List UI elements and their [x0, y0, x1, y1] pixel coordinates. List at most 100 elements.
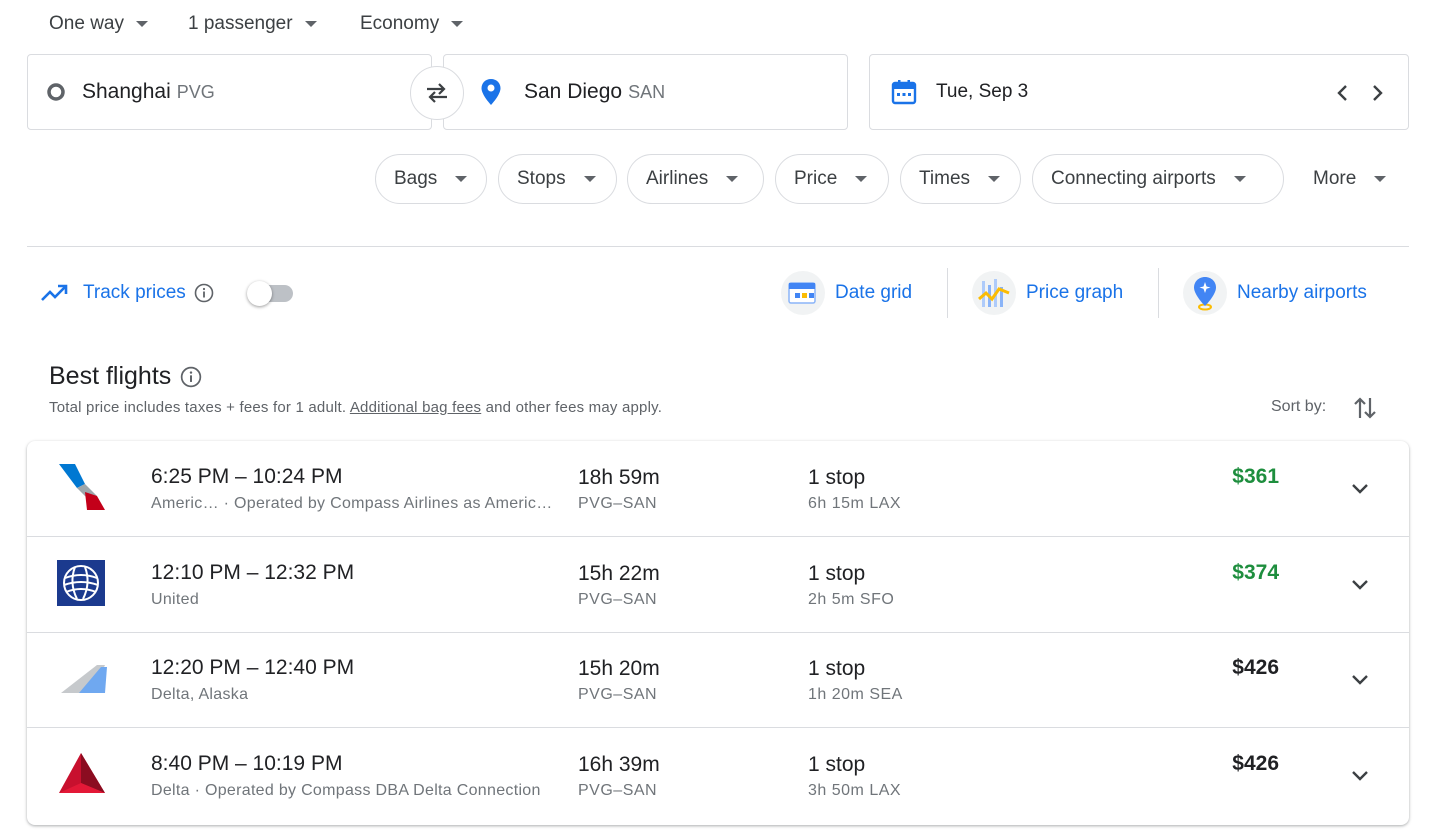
filter-label: Bags [394, 168, 438, 189]
trip-type-select[interactable]: One way [49, 12, 148, 36]
origin-city: Shanghai [82, 80, 171, 103]
flight-airline: Americ… · Operated by Compass Airlines a… [151, 495, 561, 512]
toggle-knob [247, 281, 272, 306]
destination-city: San Diego [524, 80, 623, 103]
swap-button[interactable] [410, 66, 464, 120]
chevron-right-icon[interactable] [1370, 83, 1384, 103]
flight-row[interactable]: 12:20 PM – 12:40 PM Delta, Alaska 15h 20… [27, 632, 1409, 728]
flight-layover: 6h 15m LAX [808, 495, 902, 512]
flight-duration: 15h 22m [578, 562, 660, 585]
track-prices[interactable]: Track prices [40, 279, 214, 307]
flight-route: PVG–SAN [578, 782, 658, 799]
departure-date: Tue, Sep 3 [936, 81, 1029, 102]
flight-times: 8:40 PM – 10:19 PM [151, 752, 343, 775]
info-icon[interactable] [194, 283, 214, 303]
filter-label: Times [919, 168, 971, 189]
filter-connecting-airports[interactable]: Connecting airports [1032, 154, 1284, 204]
chevron-left-icon[interactable] [1336, 83, 1350, 103]
price-graph-label: Price graph [1026, 282, 1124, 303]
tool-separator [947, 268, 948, 318]
flight-row[interactable]: 12:10 PM – 12:32 PM United 15h 22m PVG–S… [27, 537, 1409, 633]
date-grid-button[interactable]: Date grid [781, 270, 912, 316]
origin-code: PVG [176, 81, 215, 102]
track-prices-toggle[interactable] [247, 281, 295, 306]
chevron-down-icon[interactable] [1347, 573, 1373, 595]
filter-label: Connecting airports [1051, 168, 1216, 189]
flight-airline: Delta, Alaska [151, 686, 249, 703]
location-pin-icon [481, 79, 501, 105]
caret-down-icon [583, 176, 596, 182]
flight-route: PVG–SAN [578, 495, 658, 512]
caret-down-icon [1374, 176, 1387, 182]
caret-down-icon [455, 176, 468, 182]
passengers-label: 1 passenger [188, 13, 293, 34]
flight-duration: 15h 20m [578, 657, 660, 680]
trending-up-icon [41, 284, 68, 301]
flight-row[interactable]: 8:40 PM – 10:19 PM Delta · Operated by C… [27, 728, 1409, 824]
trip-type-label: One way [49, 13, 124, 34]
cabin-class-label: Economy [360, 13, 440, 34]
flight-layover: 1h 20m SEA [808, 686, 903, 703]
flight-duration: 18h 59m [578, 466, 660, 489]
flight-times: 12:10 PM – 12:32 PM [151, 561, 355, 584]
flight-price: $361 [1232, 465, 1279, 488]
flight-price: $426 [1232, 752, 1279, 775]
sort-icon[interactable] [1352, 394, 1378, 422]
section-title: Best flights [49, 362, 172, 390]
destination-input[interactable]: San Diego SAN [443, 54, 848, 130]
track-prices-label: Track prices [83, 282, 186, 303]
american-airlines-logo [59, 464, 105, 510]
date-grid-label: Date grid [835, 282, 913, 303]
caret-down-icon [135, 21, 148, 27]
flight-route: PVG–SAN [578, 686, 658, 703]
departure-date-input[interactable]: Tue, Sep 3 [869, 54, 1409, 130]
filter-times[interactable]: Times [900, 154, 1021, 204]
flight-airline: Delta · Operated by Compass DBA Delta Co… [151, 782, 541, 799]
info-icon[interactable] [180, 366, 202, 388]
calendar-icon [891, 80, 917, 105]
filter-airlines[interactable]: Airlines [627, 154, 764, 204]
nearby-airports-button[interactable]: Nearby airports [1183, 270, 1367, 316]
filter-stops[interactable]: Stops [498, 154, 617, 204]
flight-airline: United [151, 591, 200, 608]
filter-price[interactable]: Price [775, 154, 889, 204]
chevron-down-icon[interactable] [1347, 668, 1373, 690]
flight-row[interactable]: 6:25 PM – 10:24 PM Americ… · Operated by… [27, 441, 1409, 537]
origin-input[interactable]: Shanghai PVG [27, 54, 432, 130]
flight-duration: 16h 39m [578, 753, 660, 776]
destination-code: SAN [628, 81, 666, 102]
caret-down-icon [1233, 176, 1246, 182]
best-flights-heading: Best flights [49, 362, 202, 391]
price-graph-button[interactable]: Price graph [972, 270, 1123, 316]
filter-label: More [1313, 168, 1357, 189]
nearby-airports-icon [1183, 271, 1227, 315]
filter-label: Airlines [646, 168, 709, 189]
caret-down-icon [726, 176, 739, 182]
flight-stops: 1 stop [808, 657, 866, 680]
flight-price: $374 [1232, 561, 1279, 584]
filter-more[interactable]: More [1295, 154, 1405, 204]
filter-bags[interactable]: Bags [375, 154, 487, 204]
flight-layover: 3h 50m LAX [808, 782, 902, 799]
passengers-select[interactable]: 1 passenger [188, 12, 317, 36]
flight-price: $426 [1232, 656, 1279, 679]
filter-label: Stops [517, 168, 566, 189]
flight-stops: 1 stop [808, 753, 866, 776]
date-grid-icon [781, 271, 825, 315]
bag-fees-link[interactable]: Additional bag fees [350, 399, 481, 416]
flight-stops: 1 stop [808, 466, 866, 489]
flight-stops: 1 stop [808, 562, 866, 585]
caret-down-icon [855, 176, 868, 182]
tool-separator [1158, 268, 1159, 318]
caret-down-icon [451, 21, 464, 27]
chevron-down-icon[interactable] [1347, 477, 1373, 499]
filter-label: Price [794, 168, 838, 189]
united-logo [57, 560, 105, 606]
caret-down-icon [988, 176, 1001, 182]
nearby-airports-label: Nearby airports [1237, 282, 1367, 303]
cabin-class-select[interactable]: Economy [360, 12, 464, 36]
delta-logo [59, 753, 105, 793]
price-note-prefix: Total price includes taxes + fees for 1 … [49, 399, 350, 416]
chevron-down-icon[interactable] [1347, 764, 1373, 786]
sort-by-label: Sort by: [1271, 398, 1327, 415]
